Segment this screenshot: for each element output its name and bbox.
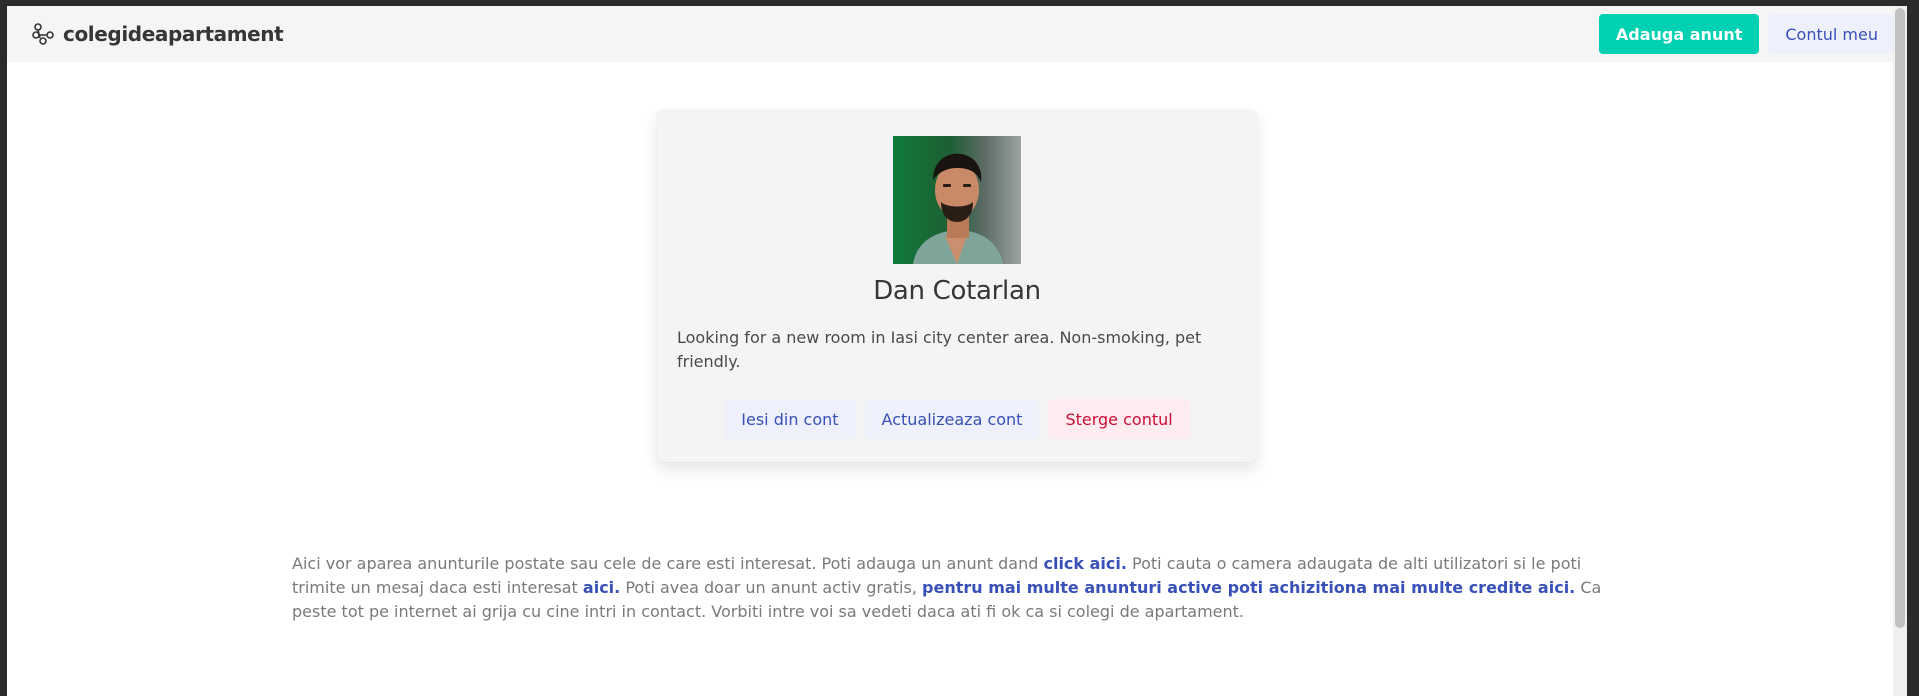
delete-account-button[interactable]: Sterge contul — [1048, 399, 1190, 439]
add-listing-link[interactable]: click aici. — [1043, 554, 1126, 573]
avatar — [893, 136, 1021, 264]
page-viewport: colegideapartament Adauga anunt Contul m… — [7, 6, 1907, 696]
account-actions: Iesi din cont Actualizeaza cont Sterge c… — [677, 399, 1237, 439]
nodes-icon — [32, 23, 54, 45]
update-account-button[interactable]: Actualizeaza cont — [864, 399, 1040, 439]
logout-button[interactable]: Iesi din cont — [724, 399, 856, 439]
scrollbar-thumb[interactable] — [1895, 8, 1905, 628]
add-listing-button[interactable]: Adauga anunt — [1598, 14, 1760, 54]
scrollbar[interactable] — [1893, 6, 1907, 696]
profile-bio: Looking for a new room in Iasi city cent… — [677, 328, 1202, 371]
profile-name: Dan Cotarlan — [873, 276, 1041, 306]
search-rooms-link[interactable]: aici. — [583, 578, 620, 597]
info-text-part1: Aici vor aparea anunturile postate sau c… — [292, 554, 1044, 573]
info-text-part3: Poti avea doar un anunt activ gratis, — [620, 578, 923, 597]
nav-buttons: Adauga anunt Contul meu — [1598, 14, 1895, 54]
my-account-button[interactable]: Contul meu — [1768, 14, 1895, 54]
brand[interactable]: colegideapartament — [32, 22, 284, 46]
profile-card: Dan Cotarlan Looking for a new room in I… — [657, 110, 1257, 462]
navbar: colegideapartament Adauga anunt Contul m… — [7, 6, 1907, 62]
buy-credits-link[interactable]: pentru mai multe anunturi active poti ac… — [922, 578, 1575, 597]
brand-name: colegideapartament — [63, 22, 284, 46]
info-paragraph: Aici vor aparea anunturile postate sau c… — [292, 552, 1622, 624]
